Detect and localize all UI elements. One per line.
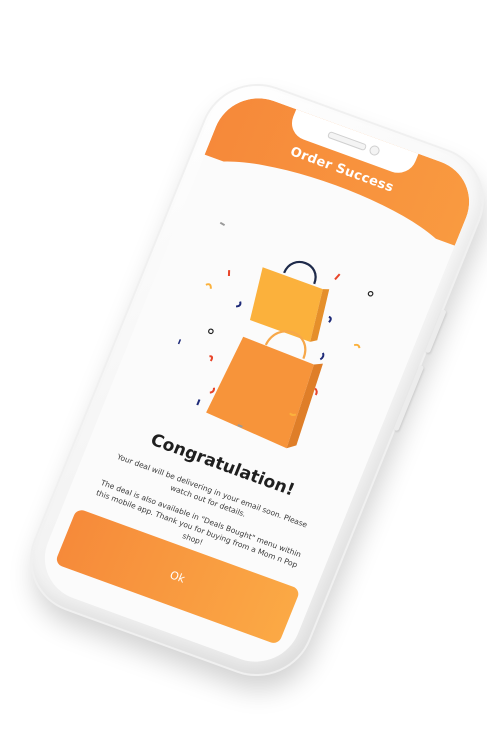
shopping-bag-small-icon xyxy=(249,261,330,342)
phone-device: Order Success Congratulation! Your deal … xyxy=(15,70,487,690)
stage: Order Success Congratulation! Your deal … xyxy=(0,0,487,739)
front-camera xyxy=(367,144,382,157)
speaker-grille xyxy=(326,130,368,152)
